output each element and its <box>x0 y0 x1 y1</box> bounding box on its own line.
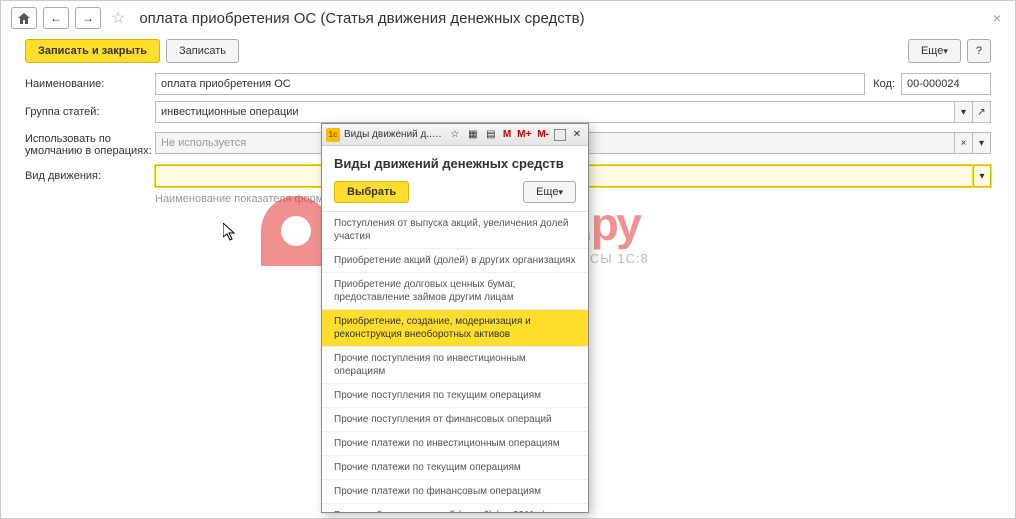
app-1c-icon: 1c <box>326 128 340 142</box>
save-close-button[interactable]: Записать и закрыть <box>25 39 160 63</box>
group-label: Группа статей: <box>25 106 155 118</box>
page-title: оплата приобретения ОС (Статья движения … <box>139 10 584 27</box>
group-input[interactable]: инвестиционные операции <box>155 101 955 123</box>
dialog-actions: Выбрать Еще <box>322 177 588 211</box>
dialog-fav-icon[interactable]: ☆ <box>448 128 462 142</box>
name-label: Наименование: <box>25 78 155 90</box>
list-item[interactable]: Приобретение долговых ценных бумаг, пред… <box>322 273 588 310</box>
list-item[interactable]: Прочие платежи по инвестиционным операци… <box>322 432 588 456</box>
close-icon[interactable]: × <box>989 10 1005 26</box>
movement-types-dialog: 1c Виды движений д... (1С:Предприятие) ☆… <box>321 123 589 513</box>
dialog-heading: Виды движений денежных средств <box>322 146 588 177</box>
list-item[interactable]: Приобретение акций (долей) в других орга… <box>322 249 588 273</box>
list-item[interactable]: Выкуп собственных акций (долей) (до 2011… <box>322 504 588 512</box>
nav-toolbar: ← → ☆ оплата приобретения ОС (Статья дви… <box>1 1 1015 35</box>
default-select-btn[interactable]: ▾ <box>973 132 991 154</box>
default-label: Использовать по умолчанию в операциях: <box>25 129 155 157</box>
list-item[interactable]: Приобретение, создание, модернизация и р… <box>322 310 588 347</box>
dialog-close-icon[interactable]: ✕ <box>570 128 584 142</box>
dialog-calc-icon[interactable]: ▤ <box>484 128 498 142</box>
help-button[interactable]: ? <box>967 39 991 63</box>
group-select-btn[interactable]: ▾ <box>955 101 973 123</box>
list-item[interactable]: Прочие платежи по текущим операциям <box>322 456 588 480</box>
default-clear-btn[interactable]: × <box>955 132 973 154</box>
name-row: Наименование: оплата приобретения ОС Код… <box>25 73 991 95</box>
code-label: Код: <box>873 78 895 90</box>
group-row: Группа статей: инвестиционные операции ▾… <box>25 101 991 123</box>
name-input[interactable]: оплата приобретения ОС <box>155 73 865 95</box>
list-item[interactable]: Прочие поступления по текущим операциям <box>322 384 588 408</box>
list-item[interactable]: Прочие поступления по инвестиционным опе… <box>322 347 588 384</box>
action-bar: Записать и закрыть Записать Еще ? <box>1 35 1015 73</box>
dialog-list[interactable]: Поступления от выпуска акций, увеличения… <box>322 211 588 512</box>
list-item[interactable]: Прочие поступления от финансовых операци… <box>322 408 588 432</box>
dialog-mplus-icon[interactable]: M+ <box>516 129 532 140</box>
dialog-m-icon[interactable]: M <box>502 129 512 140</box>
home-button[interactable] <box>11 7 37 29</box>
movement-label: Вид движения: <box>25 170 155 182</box>
group-open-btn[interactable]: ↗ <box>973 101 991 123</box>
cursor-icon <box>223 223 237 246</box>
favorite-icon[interactable]: ☆ <box>111 8 125 28</box>
dialog-titlebar[interactable]: 1c Виды движений д... (1С:Предприятие) ☆… <box>322 124 588 146</box>
dialog-title: Виды движений д... (1С:Предприятие) <box>344 129 444 140</box>
movement-select-btn[interactable]: ▾ <box>973 165 991 187</box>
list-item[interactable]: Поступления от выпуска акций, увеличения… <box>322 212 588 249</box>
dialog-maximize-icon[interactable] <box>554 129 566 141</box>
list-item[interactable]: Прочие платежи по финансовым операциям <box>322 480 588 504</box>
more-button[interactable]: Еще <box>908 39 961 63</box>
save-button[interactable]: Записать <box>166 39 239 63</box>
dialog-select-button[interactable]: Выбрать <box>334 181 409 203</box>
dialog-more-button[interactable]: Еще <box>523 181 576 203</box>
dialog-grid-icon[interactable]: ▦ <box>466 128 480 142</box>
code-input[interactable]: 00-000024 <box>901 73 991 95</box>
dialog-mminus-icon[interactable]: M- <box>536 129 550 140</box>
back-button[interactable]: ← <box>43 7 69 29</box>
forward-button[interactable]: → <box>75 7 101 29</box>
